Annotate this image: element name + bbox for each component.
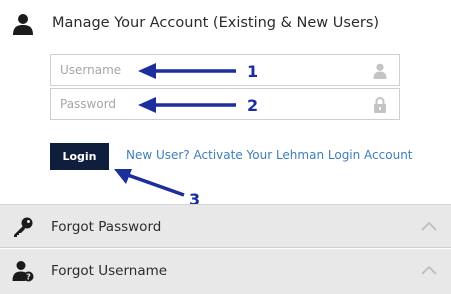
login-panel: Manage Your Account (Existing & New User… bbox=[0, 0, 451, 294]
activate-account-link[interactable]: New User? Activate Your Lehman Login Acc… bbox=[126, 148, 413, 162]
annotation-arrow-3 bbox=[114, 169, 185, 197]
annotation-number-2: 2 bbox=[247, 96, 259, 115]
annotation-arrow-2 bbox=[138, 97, 236, 113]
chevron-up-icon bbox=[421, 265, 437, 275]
chevron-up-icon bbox=[421, 221, 437, 231]
section-title: Manage Your Account (Existing & New User… bbox=[52, 15, 380, 31]
annotation-arrow-1 bbox=[138, 63, 236, 79]
user-icon bbox=[373, 63, 387, 79]
forgot-password-label: Forgot Password bbox=[51, 219, 162, 235]
forgot-password-row[interactable]: Forgot Password bbox=[0, 204, 451, 248]
key-icon bbox=[14, 217, 33, 237]
user-icon bbox=[13, 14, 33, 35]
forgot-username-label: Forgot Username bbox=[51, 263, 168, 279]
user-question-icon: ? bbox=[12, 261, 34, 282]
forgot-username-row[interactable]: ? Forgot Username bbox=[0, 249, 451, 294]
lock-icon bbox=[374, 97, 386, 113]
svg-text:?: ? bbox=[26, 273, 31, 282]
login-button[interactable]: Login bbox=[50, 143, 109, 170]
annotation-number-1: 1 bbox=[247, 62, 259, 81]
